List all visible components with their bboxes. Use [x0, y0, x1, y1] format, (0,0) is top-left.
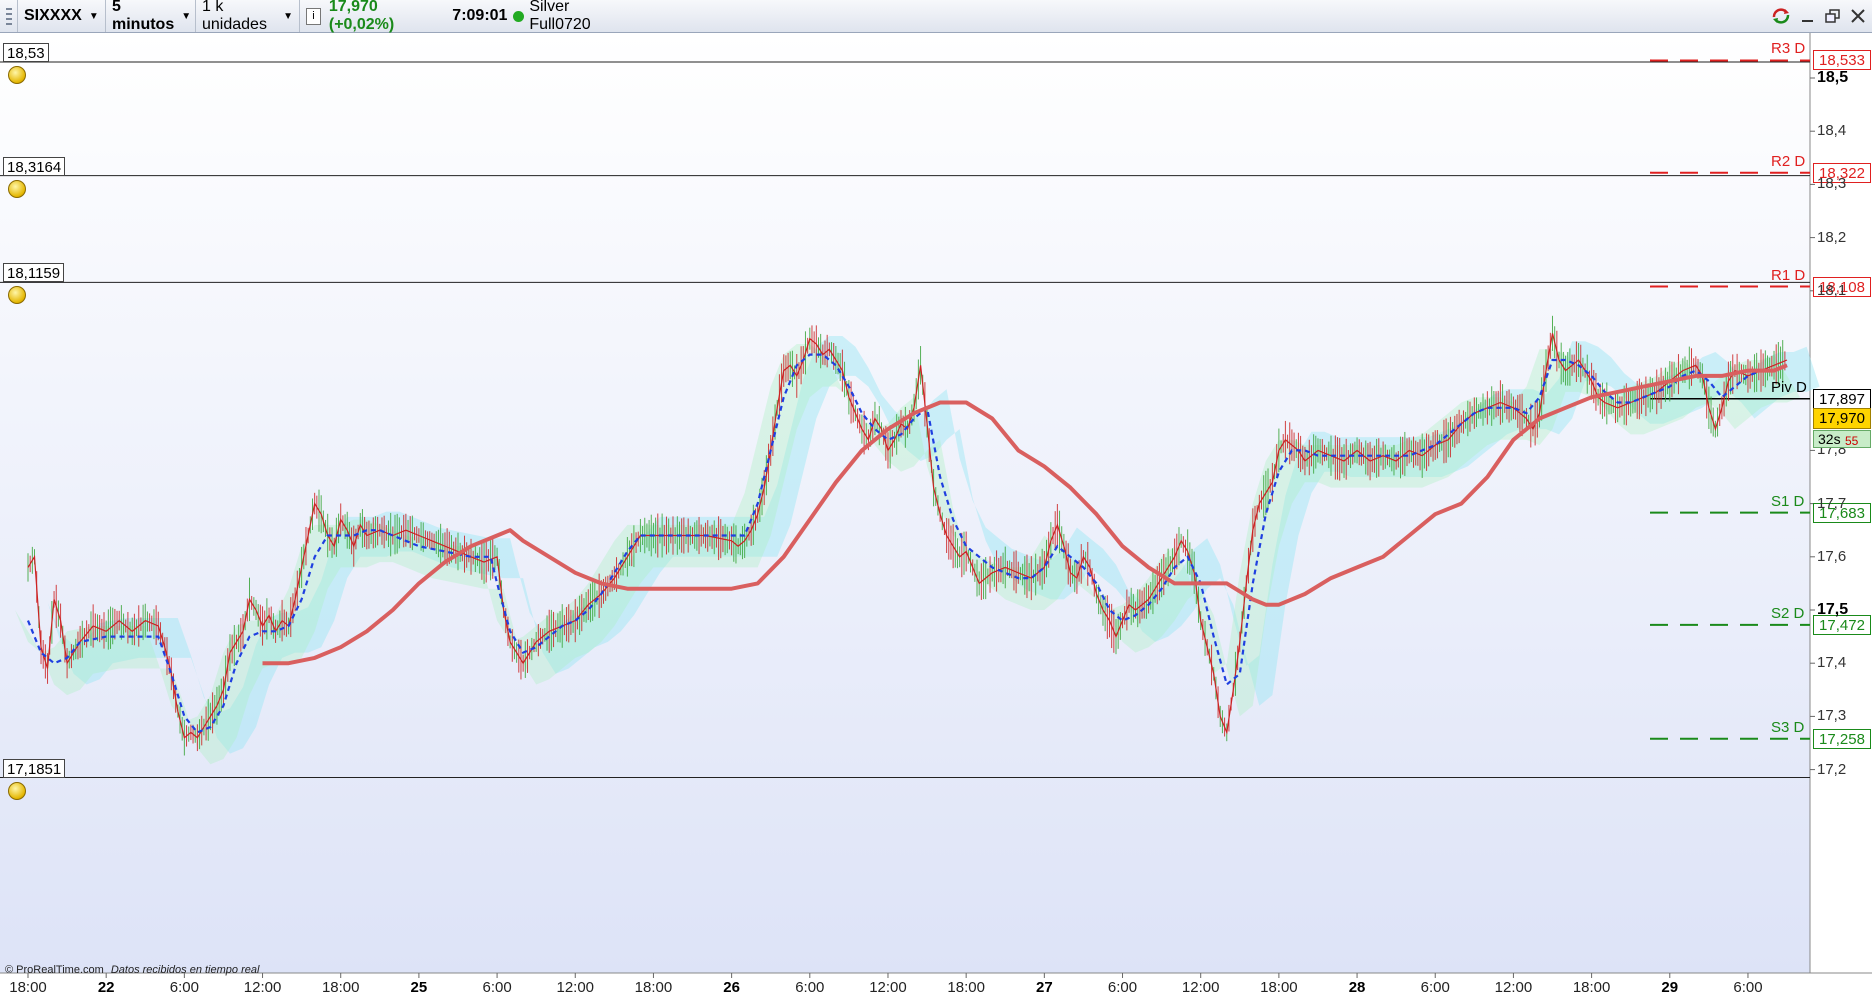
- data-feed-label: Silver Full0720: [529, 0, 591, 33]
- chart-background: [0, 33, 1810, 973]
- chevron-down-icon: ▼: [181, 10, 192, 22]
- last-price-change: 17,970 (+0,02%): [328, 0, 395, 33]
- y-tick-label: 18,5: [1817, 69, 1849, 86]
- drag-handle-icon[interactable]: [0, 0, 18, 32]
- y-tick-label: 17,3: [1817, 707, 1847, 725]
- y-tick-label: 17,4: [1817, 654, 1847, 672]
- pivot-name: R1 D: [1771, 266, 1806, 284]
- restore-icon[interactable]: [1822, 4, 1844, 28]
- y-tick-label: 17,5: [1817, 601, 1849, 618]
- units-selector[interactable]: 1 k unidades ▼: [196, 0, 300, 33]
- horizontal-line-label[interactable]: 17,1851: [3, 758, 66, 778]
- y-tick-label: 18,1: [1817, 281, 1847, 299]
- x-tick-label: 12:00: [1494, 979, 1533, 996]
- x-tick-label: 25: [410, 979, 428, 996]
- y-tick-label: 17,7: [1817, 494, 1847, 512]
- x-tick-label: 18:00: [947, 979, 985, 996]
- quote-info: i 17,970 (+0,02%) 7:09:01 Silver Full072…: [300, 0, 640, 33]
- timeframe-selector[interactable]: 5 minutos ▼: [106, 0, 196, 33]
- chevron-down-icon: ▼: [283, 10, 293, 22]
- pivot-value-box: 17,897: [1813, 388, 1871, 409]
- alert-bell-icon[interactable]: [8, 66, 26, 85]
- x-tick-label: 12:00: [243, 979, 282, 996]
- x-tick-label: 12:00: [1181, 979, 1220, 996]
- horizontal-line-label[interactable]: 18,3164: [3, 156, 66, 176]
- pivot-name: Piv D: [1771, 378, 1807, 396]
- last-price-marker: 17,970: [1813, 408, 1871, 429]
- x-tick-label: 12:00: [556, 979, 595, 996]
- y-tick-label: 18,2: [1817, 228, 1847, 246]
- pivot-name: R3 D: [1771, 40, 1806, 58]
- alert-bell-icon[interactable]: [8, 781, 26, 800]
- x-tick-label: 6:00: [482, 979, 512, 996]
- chart-toolbar: SIXXXX ▼ 5 minutos ▼ 1 k unidades ▼ i 17,97…: [0, 0, 1872, 33]
- credit-line: © ProRealTime.com Datos recibidos en tie…: [5, 964, 259, 976]
- y-tick-label: 18,3: [1817, 175, 1847, 193]
- x-tick-label: 26: [723, 979, 740, 996]
- pivot-name: R2 D: [1771, 152, 1806, 170]
- pivot-name: S2 D: [1771, 604, 1805, 622]
- x-tick-label: 6:00: [795, 979, 825, 996]
- x-tick-label: 28: [1348, 979, 1366, 996]
- y-tick-label: 17,6: [1817, 547, 1847, 565]
- pivot-value-box: 18,533: [1813, 50, 1871, 71]
- x-tick-label: 18:00: [9, 979, 47, 996]
- x-tick-label: 22: [97, 979, 115, 996]
- x-tick-label: 18:00: [321, 979, 360, 996]
- symbol-label: SIXXXX: [24, 7, 82, 24]
- x-tick-label: 18:00: [634, 979, 673, 996]
- timeframe-label: 5 minutos: [112, 0, 175, 33]
- symbol-selector[interactable]: SIXXXX ▼: [18, 0, 106, 32]
- info-icon[interactable]: i: [306, 7, 321, 25]
- alert-bell-icon[interactable]: [8, 179, 26, 198]
- quote-time: 7:09:01: [452, 7, 508, 24]
- x-tick-label: 18:00: [1572, 979, 1611, 996]
- pivot-name: S3 D: [1771, 718, 1805, 736]
- x-tick-label: 29: [1661, 979, 1679, 996]
- x-tick-label: 6:00: [1733, 979, 1763, 996]
- x-tick-label: 27: [1035, 979, 1053, 996]
- status-dot-icon: [513, 10, 525, 22]
- credit-site: © ProRealTime.com: [5, 964, 104, 976]
- price-chart[interactable]: [0, 33, 1872, 1000]
- y-tick-label: 18,4: [1817, 122, 1847, 140]
- y-tick-label: 17,2: [1817, 760, 1847, 778]
- x-tick-label: 6:00: [169, 979, 199, 996]
- sync-icon[interactable]: [1770, 4, 1792, 28]
- close-icon[interactable]: [1847, 4, 1869, 28]
- x-tick-label: 18:00: [1260, 979, 1298, 996]
- minimize-icon[interactable]: [1797, 4, 1819, 28]
- units-label: 1 k unidades: [202, 0, 267, 33]
- pivot-value-box: 17,258: [1813, 728, 1871, 749]
- credit-note: Datos recibidos en tiempo real: [110, 964, 260, 976]
- horizontal-line-label[interactable]: 18,1159: [3, 263, 65, 283]
- countdown-extra-value: 55: [1845, 434, 1859, 448]
- chevron-down-icon: ▼: [88, 10, 99, 22]
- pivot-name: S1 D: [1771, 492, 1805, 510]
- horizontal-line-label[interactable]: 18,53: [3, 43, 49, 63]
- chart-area[interactable]: 18,53 18,3164 18,1159 17,1851 R3 D 18,533 R2 D…: [0, 33, 1872, 1000]
- x-tick-label: 6:00: [1420, 979, 1450, 996]
- x-tick-label: 6:00: [1107, 979, 1138, 996]
- x-tick-label: 12:00: [869, 979, 907, 996]
- candle-countdown: 32s: [1813, 430, 1871, 448]
